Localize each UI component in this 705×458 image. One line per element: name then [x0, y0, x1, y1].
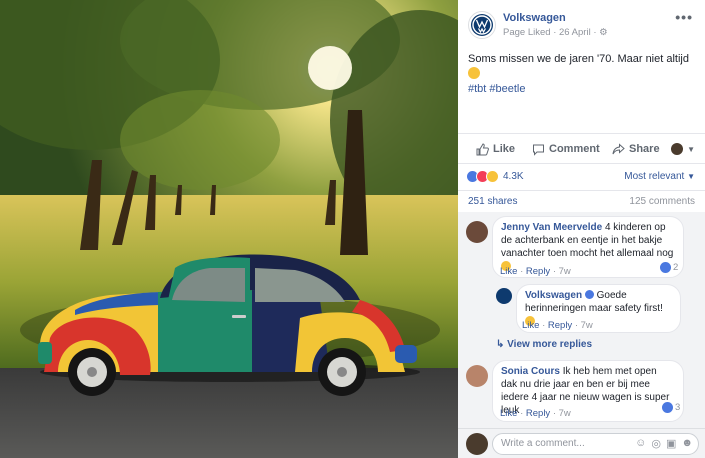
- write-comment-bar: Write a comment... ☺ ◎ ▣ ☻: [458, 428, 705, 458]
- sort-label: Most relevant: [624, 170, 685, 182]
- comment-author-link[interactable]: Jenny Van Meervelde: [501, 222, 602, 233]
- divider: [458, 163, 705, 164]
- post-as-selector[interactable]: ▼: [671, 143, 695, 155]
- post-text: Soms missen we de jaren '70. Maar niet a…: [468, 52, 695, 97]
- share-label: Share: [629, 143, 660, 155]
- reaction-count[interactable]: 4.3K: [503, 171, 524, 182]
- volkswagen-avatar[interactable]: [496, 288, 512, 304]
- meta-separator: ·: [593, 27, 597, 38]
- most-relevant-dropdown[interactable]: Most relevant ▼: [624, 171, 695, 182]
- chevron-down-icon: ▼: [687, 144, 695, 154]
- post-header: Volkswagen Page Liked · 26 April · ⚙ •••: [468, 9, 697, 41]
- reply-time[interactable]: 7w: [581, 320, 593, 331]
- comment-actions: Like · Reply · 7w: [500, 408, 571, 419]
- upside-down-face-emoji-icon: [468, 67, 480, 79]
- reactions-bar: 4.3K Most relevant ▼: [466, 168, 695, 184]
- comment-tools: ☺ ◎ ▣ ☻: [635, 437, 693, 450]
- meta-separator: ·: [553, 27, 557, 38]
- comments-section: Jenny Van Meervelde 4 kinderen op de ach…: [458, 212, 705, 458]
- emoji-icon[interactable]: ☺: [635, 437, 646, 450]
- reply-like-link[interactable]: Like: [522, 320, 539, 331]
- post-stats: 251 shares 125 comments: [468, 196, 695, 210]
- avatar[interactable]: [466, 365, 488, 387]
- camera-icon[interactable]: ◎: [651, 437, 661, 450]
- reply-author-link[interactable]: Volkswagen: [525, 290, 582, 301]
- comment-like-count: 2: [673, 262, 679, 273]
- post-date[interactable]: 26 April: [559, 27, 591, 38]
- thumbs-up-icon: [476, 142, 489, 155]
- sticker-icon[interactable]: ☻: [681, 437, 693, 450]
- volkswagen-logo[interactable]: [468, 11, 496, 39]
- user-avatar-icon: [671, 143, 684, 155]
- page-name-link[interactable]: Volkswagen: [503, 12, 566, 24]
- comment-time[interactable]: 7w: [559, 408, 571, 419]
- post-actions: Like Comment Share ▼: [468, 139, 695, 159]
- hashtags-link[interactable]: #tbt #beetle: [468, 83, 526, 95]
- view-more-label: View more replies: [507, 339, 593, 350]
- like-label: Like: [493, 143, 516, 155]
- share-button[interactable]: Share: [612, 142, 660, 156]
- comments-count[interactable]: 125 comments: [629, 196, 695, 210]
- comment-reply-link[interactable]: Reply: [526, 266, 550, 277]
- comment-input-placeholder: Write a comment...: [501, 438, 585, 449]
- post-panel: Volkswagen Page Liked · 26 April · ⚙ •••…: [458, 0, 705, 458]
- post-meta: Page Liked · 26 April · ⚙: [503, 27, 608, 38]
- thumbs-up-icon: [660, 262, 671, 273]
- more-options-button[interactable]: •••: [675, 9, 693, 25]
- comment-label: Comment: [549, 143, 600, 155]
- comment-like-badge[interactable]: 3: [662, 402, 680, 413]
- divider: [458, 133, 705, 134]
- comment-like-link[interactable]: Like: [500, 408, 517, 419]
- gear-icon[interactable]: ⚙: [599, 27, 608, 38]
- divider: [458, 190, 705, 191]
- chevron-down-icon: ▼: [687, 171, 695, 181]
- like-button[interactable]: Like: [476, 142, 516, 156]
- comment-like-count: 3: [675, 402, 681, 413]
- thumbs-up-icon: [662, 402, 673, 413]
- post-message: Soms missen we de jaren '70. Maar niet a…: [468, 53, 689, 65]
- comment-actions: Like · Reply · 7w: [500, 266, 571, 277]
- shares-count-link[interactable]: 251 shares: [468, 196, 517, 210]
- reply-reply-link[interactable]: Reply: [548, 320, 572, 331]
- comment-button[interactable]: Comment: [532, 143, 600, 156]
- avatar[interactable]: [466, 221, 488, 243]
- comment-like-badge[interactable]: 2: [660, 262, 678, 273]
- reply-actions: Like · Reply · 7w: [522, 320, 593, 331]
- page-liked-status: Page Liked: [503, 27, 551, 38]
- verified-badge-icon: [584, 290, 594, 299]
- haha-reaction-icon[interactable]: [486, 169, 499, 183]
- post-photo[interactable]: [0, 0, 458, 458]
- comment-bubble-icon: [533, 144, 544, 156]
- comment-reply-link[interactable]: Reply: [526, 408, 550, 419]
- share-arrow-icon: [612, 142, 625, 154]
- comment-like-link[interactable]: Like: [500, 266, 517, 277]
- current-user-avatar: [466, 433, 488, 455]
- comment-author-link[interactable]: Sonia Cours: [501, 366, 560, 377]
- beetle-photo-illustration: [0, 0, 458, 458]
- reply-arrow-icon: ↳: [496, 339, 505, 350]
- gif-icon[interactable]: ▣: [666, 437, 676, 450]
- view-more-replies-link[interactable]: ↳ View more replies: [496, 339, 592, 350]
- comment-time[interactable]: 7w: [559, 266, 571, 277]
